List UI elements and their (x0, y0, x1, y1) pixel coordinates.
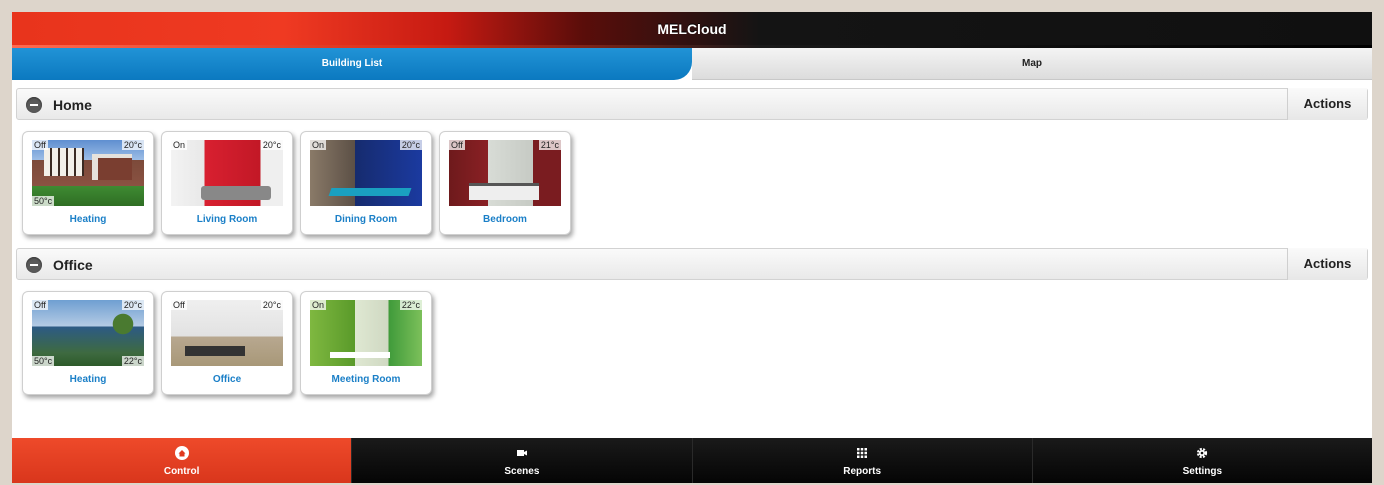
device-name: Heating (69, 214, 107, 225)
view-tabs: Building List Map (12, 48, 1372, 80)
gear-icon (1195, 446, 1209, 460)
nav-label: Control (163, 466, 200, 477)
collapse-icon[interactable] (26, 257, 42, 273)
home-icon (174, 446, 189, 460)
device-name: Heating (69, 374, 107, 385)
device-list-home: Off 20°c 50°c Heating On 20°c Living Roo… (22, 131, 571, 235)
title-bar: MELCloud (12, 12, 1372, 48)
device-thumbnail: Off 20°c 50°c 22°c (32, 300, 144, 366)
device-name: Meeting Room (331, 374, 401, 385)
melcloud-app: MELCloud Building List Map Home Actions … (12, 12, 1372, 483)
bottom-nav: Control Scenes Reports Settings (12, 438, 1372, 483)
tab-map[interactable]: Map (692, 48, 1372, 80)
device-temperature: 20°c (260, 300, 283, 310)
device-card-living-room[interactable]: On 20°c Living Room (161, 131, 293, 235)
device-name: Living Room (196, 214, 258, 225)
collapse-icon[interactable] (26, 97, 42, 113)
device-list-office: Off 20°c 50°c 22°c Heating Off 20°c Offi… (22, 291, 432, 395)
grid-icon (855, 446, 869, 460)
device-thumbnail: Off 20°c (171, 300, 283, 366)
group-name: Home (53, 97, 92, 113)
actions-button[interactable]: Actions (1287, 248, 1367, 280)
app-title: MELCloud (657, 21, 727, 37)
device-state: On (310, 140, 327, 150)
device-flow-temperature: 50°c (32, 356, 55, 366)
device-temperature: 22°c (399, 300, 422, 310)
device-temperature: 20°c (399, 140, 422, 150)
device-temperature: 20°c (260, 140, 283, 150)
device-state: Off (32, 300, 48, 310)
device-flow-temperature: 50°c (32, 196, 55, 206)
device-thumbnail: On 20°c (310, 140, 422, 206)
device-temperature: 20°c (121, 300, 144, 310)
nav-reports[interactable]: Reports (691, 438, 1032, 483)
nav-label: Settings (1182, 466, 1223, 477)
group-header-home[interactable]: Home Actions (16, 88, 1368, 120)
device-thumbnail: On 20°c (171, 140, 283, 206)
device-card-heating[interactable]: Off 20°c 50°c 22°c Heating (22, 291, 154, 395)
device-state: Off (171, 300, 187, 310)
device-card-heating[interactable]: Off 20°c 50°c Heating (22, 131, 154, 235)
device-state: On (310, 300, 327, 310)
device-thumbnail: Off 20°c 50°c (32, 140, 144, 206)
device-name: Bedroom (483, 214, 527, 225)
device-thumbnail: On 22°c (310, 300, 422, 366)
device-card-bedroom[interactable]: Off 21°c Bedroom (439, 131, 571, 235)
device-state: On (171, 140, 188, 150)
device-tank-temperature: 22°c (121, 356, 144, 366)
group-name: Office (53, 257, 93, 273)
video-camera-icon (515, 446, 529, 460)
nav-label: Reports (843, 466, 882, 477)
device-card-office[interactable]: Off 20°c Office (161, 291, 293, 395)
nav-label: Scenes (504, 466, 540, 477)
device-state: Off (449, 140, 465, 150)
device-name: Dining Room (334, 214, 398, 225)
nav-settings[interactable]: Settings (1031, 438, 1372, 483)
device-card-meeting-room[interactable]: On 22°c Meeting Room (300, 291, 432, 395)
device-temperature: 21°c (538, 140, 561, 150)
device-state: Off (32, 140, 48, 150)
tab-building-list[interactable]: Building List (12, 48, 692, 80)
device-thumbnail: Off 21°c (449, 140, 561, 206)
nav-scenes[interactable]: Scenes (351, 438, 692, 483)
nav-control[interactable]: Control (12, 438, 352, 483)
actions-button[interactable]: Actions (1287, 88, 1367, 120)
device-name: Office (212, 374, 242, 385)
device-card-dining-room[interactable]: On 20°c Dining Room (300, 131, 432, 235)
device-temperature: 20°c (121, 140, 144, 150)
group-header-office[interactable]: Office Actions (16, 248, 1368, 280)
